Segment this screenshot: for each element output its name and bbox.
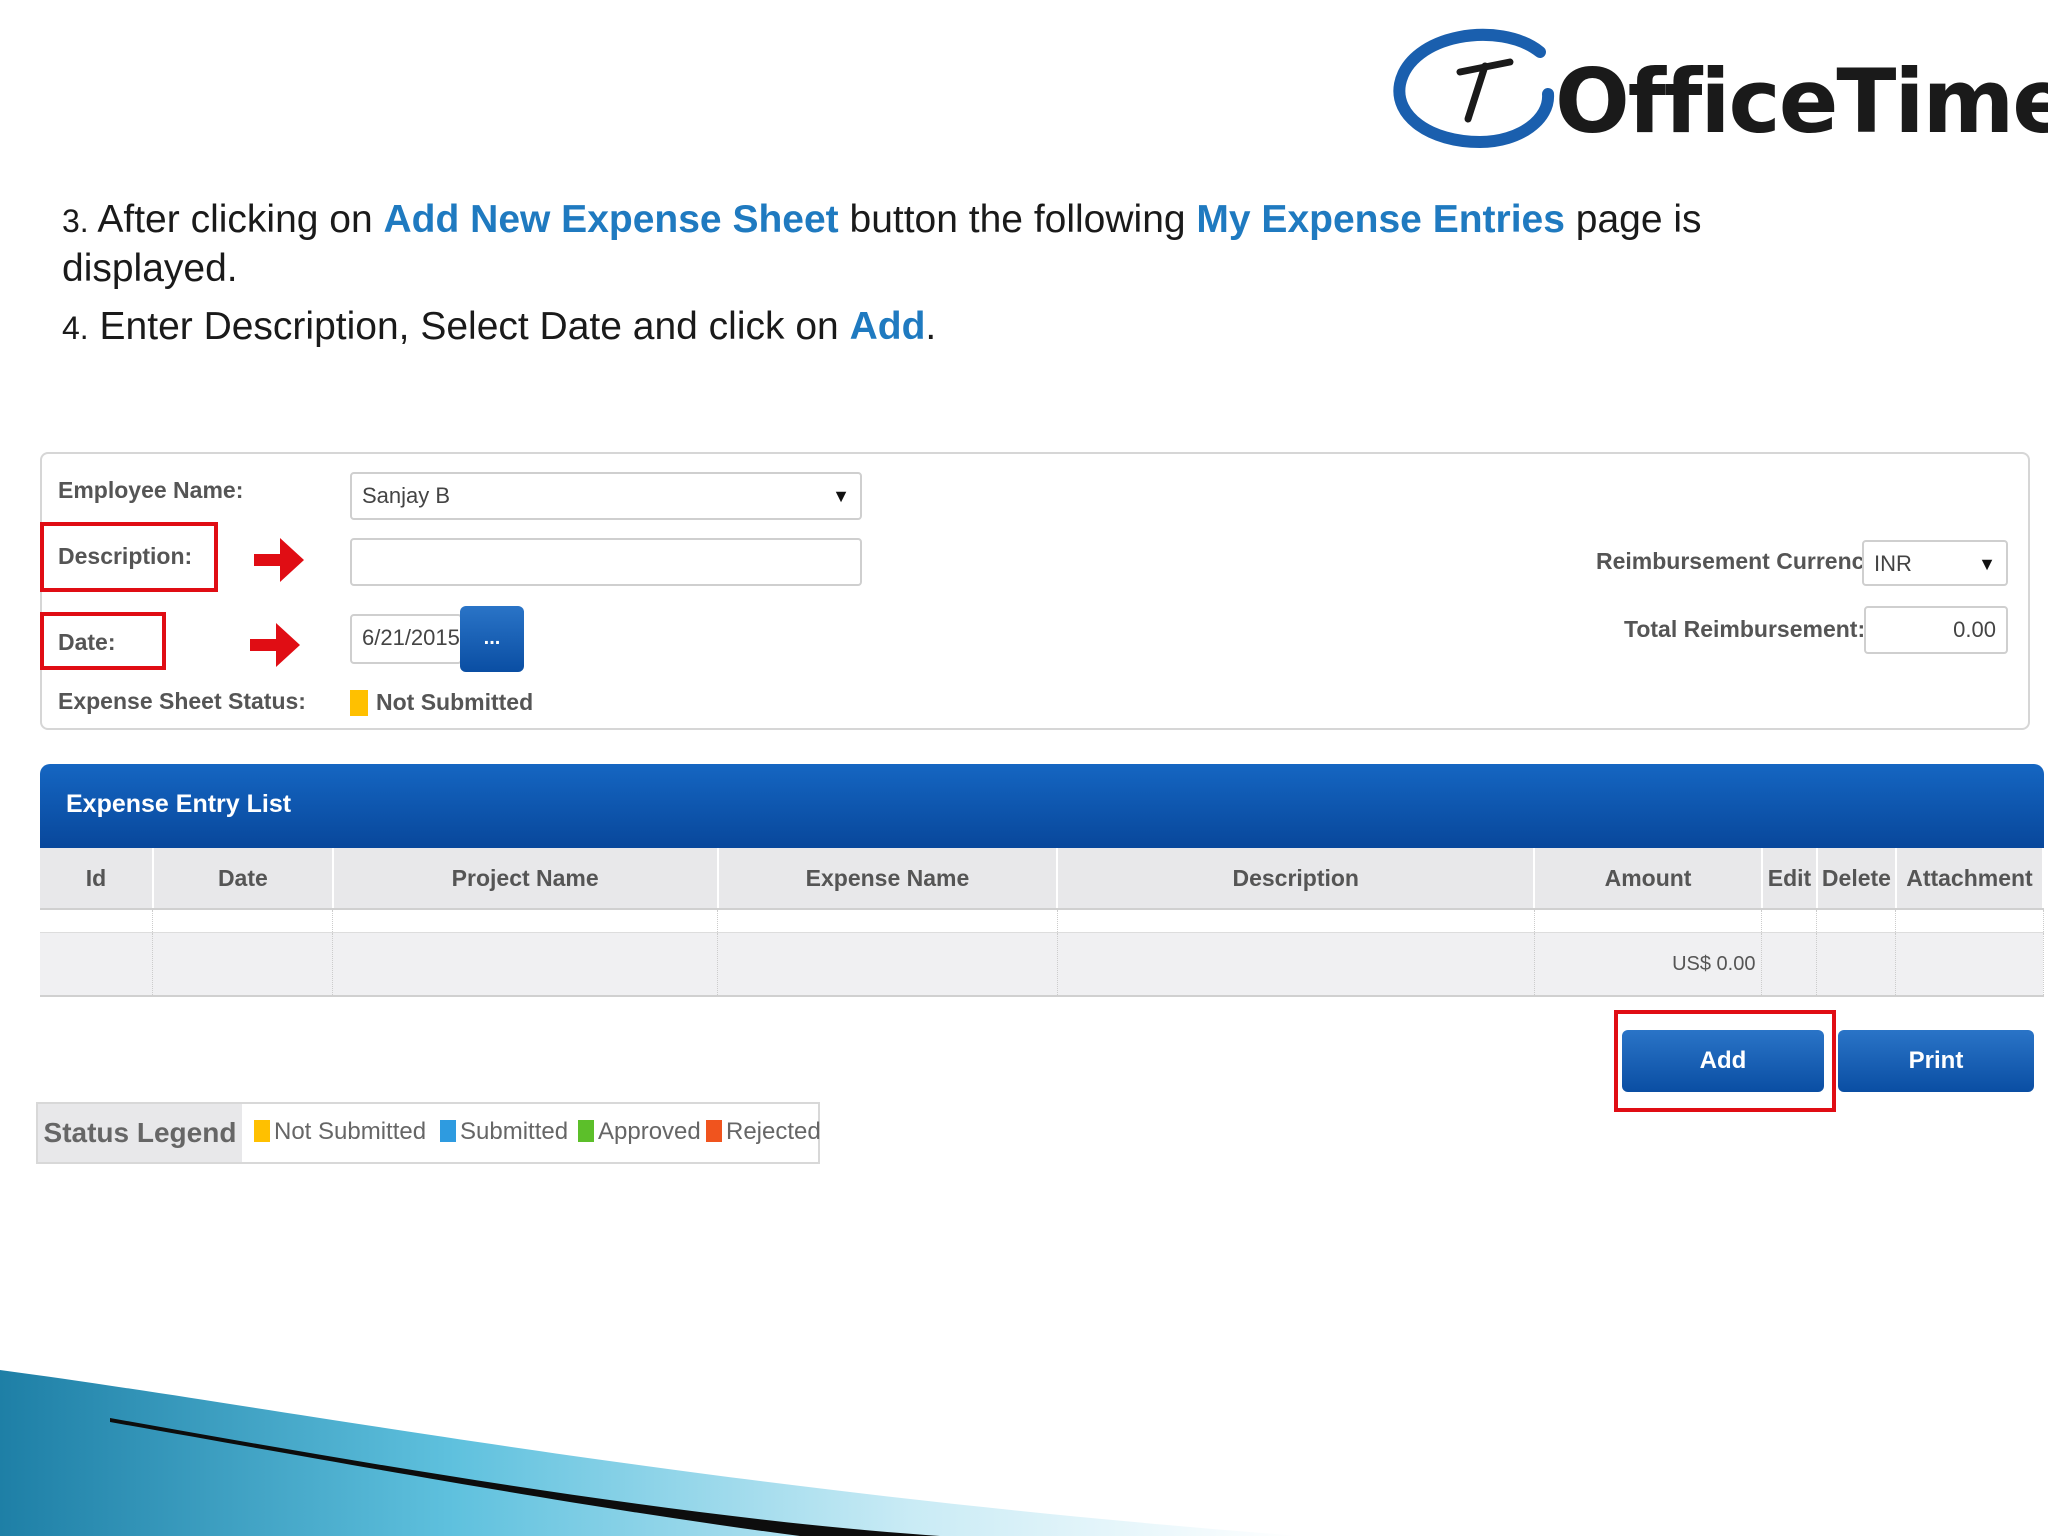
- highlight-my-expense-entries: My Expense Entries: [1196, 198, 1565, 241]
- column-header-expense-name[interactable]: Expense Name: [717, 848, 1059, 910]
- highlight-add: Add: [849, 305, 926, 348]
- expense-entry-list-header: Expense Entry List: [40, 764, 2044, 848]
- red-arrow-icon: [250, 623, 300, 667]
- brand-name: OfficeTimer: [1555, 50, 2048, 153]
- red-arrow-icon: [254, 538, 304, 582]
- table-header-row: Id Date Project Name Expense Name Descri…: [40, 848, 2045, 910]
- instruction-step-3: 3. After clicking on Add New Expense She…: [62, 196, 1782, 293]
- column-header-attachment: Attachment: [1895, 848, 2045, 910]
- column-header-date[interactable]: Date: [152, 848, 334, 910]
- expense-entry-table: Id Date Project Name Expense Name Descri…: [40, 848, 2045, 997]
- total-reimbursement-field: 0.00: [1864, 606, 2008, 654]
- expense-entry-list-title: Expense Entry List: [66, 790, 292, 818]
- total-amount: US$ 0.00: [1534, 932, 1763, 997]
- employee-name-label: Employee Name:: [58, 477, 244, 503]
- currency-value: INR: [1874, 551, 1912, 576]
- status-color-swatch: [350, 690, 368, 716]
- column-header-description[interactable]: Description: [1057, 848, 1536, 910]
- legend-swatch: [578, 1120, 594, 1142]
- total-reimbursement-value: 0.00: [1953, 617, 1996, 642]
- decorative-footer-swoosh: [0, 1370, 1300, 1536]
- print-button[interactable]: Print: [1838, 1030, 2034, 1092]
- step-number: 4.: [62, 310, 89, 346]
- date-value: 6/21/2015: [362, 625, 460, 650]
- status-legend-title: Status Legend: [38, 1104, 242, 1162]
- legend-item-submitted: Submitted: [440, 1118, 568, 1146]
- column-header-project-name[interactable]: Project Name: [332, 848, 719, 910]
- column-header-delete: Delete: [1816, 848, 1897, 910]
- date-label: Date:: [58, 629, 116, 655]
- status-legend: Status Legend Not Submitted Submitted Ap…: [36, 1102, 821, 1164]
- column-header-amount[interactable]: Amount: [1534, 848, 1763, 910]
- legend-item-not-submitted: Not Submitted: [254, 1118, 426, 1146]
- description-input[interactable]: [350, 538, 862, 586]
- reimbursement-currency-label: Reimbursement Currency:: [1596, 548, 1885, 574]
- highlight-add-new-expense-sheet: Add New Expense Sheet: [383, 198, 839, 241]
- employee-name-select[interactable]: Sanjay B ▼: [350, 472, 862, 520]
- status-value: Not Submitted: [376, 689, 534, 715]
- employee-name-value: Sanjay B: [362, 483, 451, 508]
- currency-select[interactable]: INR ▼: [1862, 540, 2008, 586]
- step-text: button the following: [849, 198, 1186, 241]
- clock-swoosh-icon: [1393, 28, 1555, 149]
- legend-swatch: [440, 1120, 456, 1142]
- officetimer-logo: OfficeTimer: [1390, 24, 2048, 154]
- legend-swatch: [254, 1120, 270, 1142]
- table-row: [40, 909, 2044, 933]
- add-button[interactable]: Add: [1622, 1030, 1824, 1092]
- table-total-row: US$ 0.00: [40, 932, 2044, 997]
- column-header-edit: Edit: [1761, 848, 1818, 910]
- legend-item-rejected: Rejected: [706, 1118, 821, 1146]
- calendar-button[interactable]: ...: [460, 606, 524, 672]
- step-text: Enter Description, Select Date and click…: [99, 305, 839, 348]
- column-header-id[interactable]: Id: [40, 848, 154, 910]
- step-text: .: [925, 305, 937, 348]
- legend-item-approved: Approved: [578, 1118, 701, 1146]
- expense-sheet-form: [40, 452, 2030, 730]
- dropdown-arrow-icon: ▼: [832, 486, 850, 506]
- step-text: After clicking on: [97, 198, 373, 241]
- description-label: Description:: [58, 543, 193, 569]
- instruction-step-4: 4. Enter Description, Select Date and cl…: [62, 303, 936, 352]
- date-input[interactable]: 6/21/2015: [350, 614, 462, 664]
- total-reimbursement-label: Total Reimbursement:: [1624, 616, 1866, 642]
- legend-swatch: [706, 1120, 722, 1142]
- dropdown-arrow-icon: ▼: [1978, 554, 1996, 574]
- step-number: 3.: [62, 203, 89, 239]
- expense-sheet-status-label: Expense Sheet Status:: [58, 688, 306, 714]
